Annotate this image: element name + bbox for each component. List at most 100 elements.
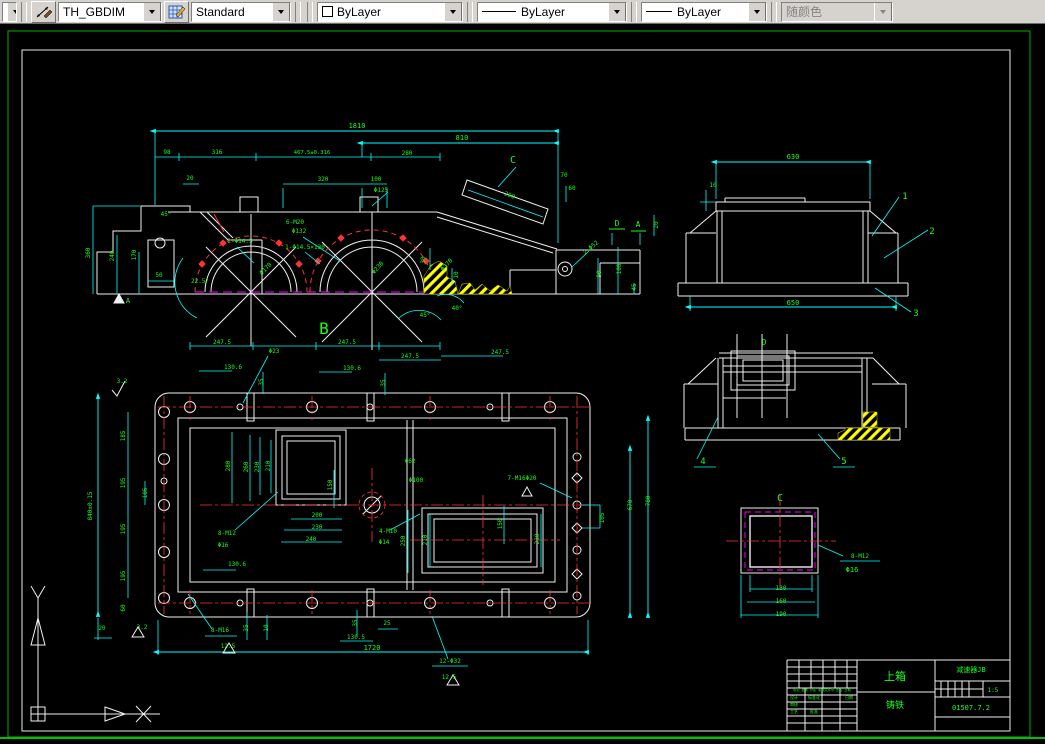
chevron-down-icon	[874, 2, 892, 21]
dim-label: 3.2	[137, 624, 148, 631]
lineweight-combo[interactable]: ByLayer	[641, 1, 767, 22]
dim-label: 12.5	[221, 643, 236, 650]
dim-label: 1720	[364, 644, 381, 652]
dim-label: 280	[225, 460, 232, 471]
text-style-value: Standard	[196, 4, 245, 19]
text-style-combo[interactable]: Standard	[191, 1, 291, 22]
dim-label: 630	[787, 153, 800, 161]
toolbar-separator	[631, 1, 637, 22]
drawing-canvas[interactable]: 181098 316 467.5±0.31681028020 320 100Φ125C2…	[0, 0, 1045, 744]
dim-label: C	[777, 493, 783, 504]
dim-label: 25	[383, 620, 391, 627]
dim-label: 工艺	[790, 709, 798, 714]
dim-label: 130.6	[228, 561, 246, 568]
toolbar: TH_GBDIM Standard ByLayer ByLayer ByLaye…	[0, 0, 1045, 24]
chevron-down-icon[interactable]	[272, 2, 290, 21]
docked-combo-stub[interactable]	[2, 1, 17, 22]
text-style-button[interactable]	[164, 0, 189, 23]
dim-label: C	[510, 155, 516, 166]
dim-label: 12.5	[442, 674, 457, 681]
dim-label: 240	[109, 250, 116, 261]
dim-label: 100	[371, 176, 382, 183]
dim-label: 247.5	[401, 353, 419, 360]
dim-label: 280	[402, 150, 413, 157]
dim-label: D	[762, 338, 767, 347]
dim-label: 10	[453, 271, 460, 279]
dim-label: Φ14	[379, 539, 390, 546]
dim-label: 铸铁	[886, 699, 904, 711]
linetype-combo[interactable]: ByLayer	[477, 1, 627, 22]
chevron-down-icon[interactable]	[608, 2, 626, 21]
chevron-down-icon[interactable]	[7, 2, 16, 21]
linetype-value: ByLayer	[521, 4, 566, 19]
dim-label: 247.5	[338, 339, 356, 346]
dim-label: 8-M12	[218, 530, 236, 537]
dim-label: 5	[841, 457, 846, 467]
dim-label: 50	[155, 272, 163, 279]
dim-label: 200	[312, 512, 323, 519]
dim-label: 90	[596, 270, 603, 278]
dim-label: 2	[929, 227, 934, 237]
dim-style-icon	[36, 6, 52, 18]
dim-label: 260	[243, 461, 250, 472]
dim-label: 2-Φ14.5	[227, 238, 253, 245]
dim-style-combo[interactable]: TH_GBDIM	[58, 1, 162, 22]
linetype-sample-icon	[482, 11, 516, 12]
color-combo[interactable]: ByLayer	[317, 1, 463, 22]
chevron-down-icon[interactable]	[143, 2, 161, 21]
dim-label: 60	[120, 604, 127, 612]
color-swatch	[322, 6, 333, 17]
dim-label: 150	[497, 518, 504, 529]
dim-label: A	[636, 220, 641, 229]
dim-label: 195	[120, 570, 127, 581]
dim-label: 日期	[845, 694, 853, 700]
dim-label: 1810	[349, 122, 366, 130]
dim-label: 8-M16	[211, 627, 229, 634]
dim-label: 35	[380, 379, 387, 387]
dim-label: 240	[306, 536, 317, 543]
dim-label: 12-Φ32	[439, 658, 461, 665]
dim-label: 670	[627, 499, 634, 510]
dim-label: 35	[258, 378, 265, 386]
plot-style-combo: 随颜色	[781, 1, 893, 22]
dim-label: 3.2	[117, 378, 128, 385]
dim-label: 20	[98, 625, 106, 632]
dim-label: 170	[131, 249, 138, 260]
dim-label: 316	[212, 149, 223, 156]
dim-label: 780	[645, 495, 652, 506]
dim-label: 105	[142, 487, 149, 498]
dim-label: 批准	[810, 708, 818, 714]
chevron-down-icon[interactable]	[444, 2, 462, 21]
dim-label: 减速器JB	[956, 665, 985, 674]
dim-label: 160	[776, 598, 787, 605]
dim-label: 150	[327, 479, 334, 490]
dim-label: 20	[186, 175, 194, 182]
dim-label: 810	[456, 134, 469, 142]
toolbar-separator	[21, 1, 27, 22]
dim-label: 10	[709, 182, 717, 189]
dim-label: 4-M10	[379, 528, 397, 535]
dim-label: 320	[318, 176, 329, 183]
dim-label: 45	[631, 283, 638, 291]
dim-style-value: TH_GBDIM	[63, 4, 126, 19]
color-value: ByLayer	[337, 4, 382, 19]
chevron-down-icon[interactable]	[748, 2, 766, 21]
dim-label: 100	[616, 263, 623, 274]
dim-label: 8-M12	[851, 553, 869, 560]
dim-label: 840±0.15	[87, 491, 94, 520]
dim-label: Φ16	[846, 566, 859, 574]
dim-style-button[interactable]	[31, 0, 56, 23]
dim-label: 130.6	[224, 364, 242, 371]
dim-label: 190	[776, 611, 787, 618]
text-style-icon	[168, 5, 185, 18]
dim-label: 1	[902, 192, 907, 202]
dim-label: 230	[254, 461, 261, 472]
dim-label: 360	[85, 247, 92, 258]
dim-label: 45°	[420, 312, 431, 319]
lineweight-value: ByLayer	[677, 4, 722, 19]
dim-label: 60	[568, 185, 576, 192]
toolbar-separator	[307, 1, 313, 22]
dim-label: 22.5°	[191, 278, 209, 285]
dim-label: 4	[700, 457, 705, 467]
dim-label: 1-Φ14.5×130	[285, 244, 325, 251]
